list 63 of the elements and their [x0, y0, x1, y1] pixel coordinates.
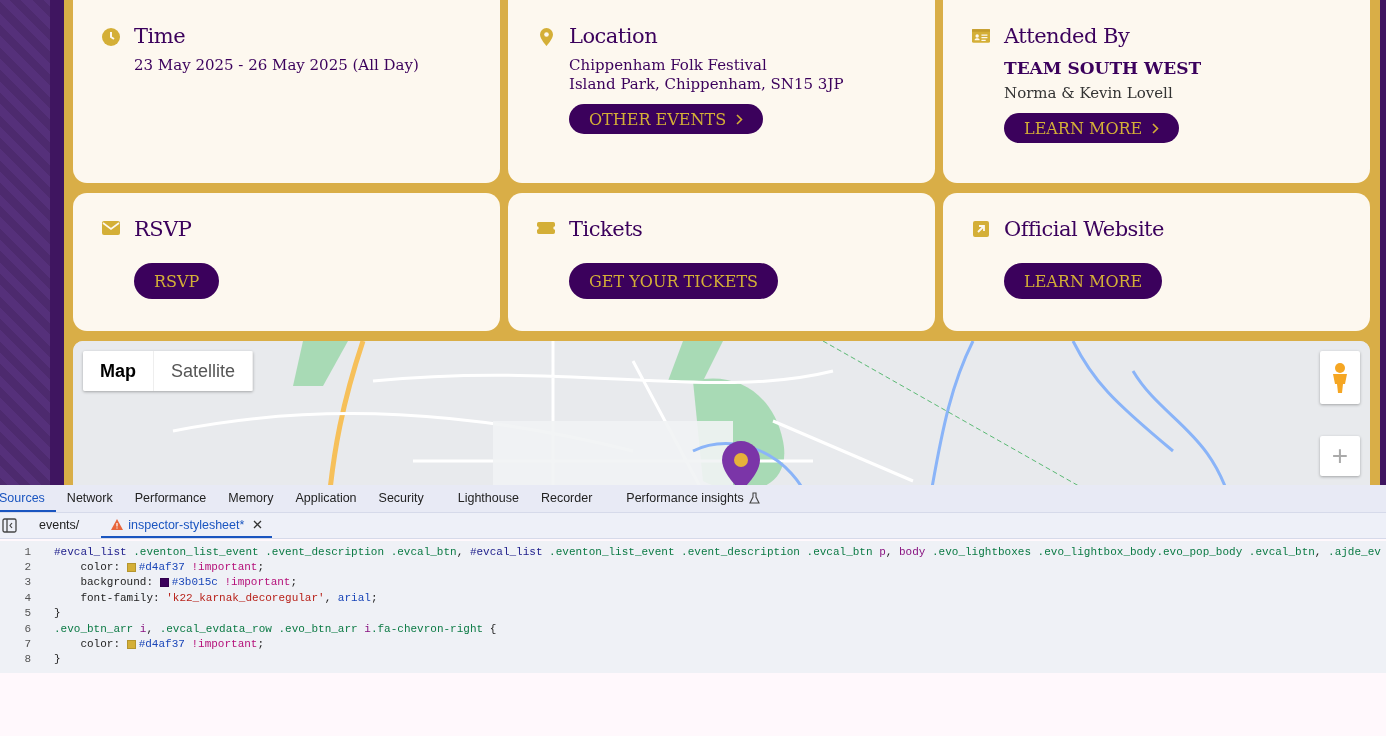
file-tab[interactable]: events/ [29, 513, 90, 538]
line-number: 7 [23, 638, 31, 651]
detail-text: Island Park, Chippenham, SN15 3JP [569, 75, 844, 94]
ticket-icon [537, 221, 555, 235]
id-card-icon [972, 28, 990, 44]
detail-text: Chippenham Folk Festival [569, 56, 767, 75]
code-text: background: [79, 576, 155, 589]
panel-tab[interactable]: Recorder [529, 485, 604, 512]
card-button[interactable]: LEARN MORE [1004, 113, 1180, 143]
panel-tab[interactable]: Network [55, 485, 124, 512]
panel-tab[interactable]: Performance insights [615, 485, 771, 512]
map-type-button[interactable]: Satellite [154, 351, 254, 391]
card-button[interactable]: RSVP [134, 263, 220, 299]
line-number: 2 [23, 561, 31, 574]
line-number: 4 [23, 591, 31, 604]
card-title: Tickets [569, 217, 643, 241]
line-number: 6 [23, 622, 31, 635]
color-swatch-icon[interactable] [159, 577, 169, 587]
code-text: font-family: 'k22_karnak_decoregular', arial; [79, 591, 378, 604]
line-number: 5 [23, 607, 31, 620]
chevron-right-icon [736, 113, 744, 125]
card-title: Location [569, 24, 658, 48]
code-text: } [54, 653, 61, 666]
close-icon[interactable] [253, 520, 263, 529]
code-text: #3b015c !important; [171, 576, 298, 589]
map-marker-icon [722, 441, 760, 485]
code-text: #d4af37 !important; [138, 561, 265, 574]
card-title: RSVP [134, 217, 192, 241]
color-swatch-icon[interactable] [126, 562, 136, 572]
code-text: } [54, 607, 61, 620]
line-number: 8 [23, 653, 31, 666]
contact-name: Norma & Kevin Lovell [1004, 84, 1173, 103]
map-pin-icon [539, 28, 553, 46]
panel-tab[interactable]: Performance [123, 485, 218, 512]
card-button[interactable]: LEARN MORE [1004, 263, 1163, 299]
card-button[interactable]: OTHER EVENTS [569, 104, 764, 134]
chevron-right-icon [1152, 122, 1160, 134]
card-title: Official Website [1004, 217, 1164, 241]
detail-text: 23 May 2025 - 26 May 2025 (All Day) [134, 56, 419, 75]
card-button[interactable]: GET YOUR TICKETS [569, 263, 778, 299]
external-link-icon [973, 221, 989, 237]
team-name: TEAM SOUTH WEST [1004, 57, 1202, 80]
code-text: #evcal_list .eventon_list_event .event_description .evcal_btn, #evcal_list .eventon_list_event .event_description .evcal_btn p, body .evo_lightboxes .evo_lightbox_body.evo_pop_body .evcal_btn, .ajde_ev [54, 545, 1381, 558]
line-number: 3 [23, 576, 31, 589]
code-text: color: [79, 638, 121, 651]
card-title: Time [134, 24, 186, 48]
warning-icon [111, 519, 124, 530]
clock-icon [102, 28, 120, 46]
sidebar-toggle-icon[interactable] [2, 518, 17, 533]
panel-tab[interactable]: Application [284, 485, 368, 512]
card-title: Attended By [1004, 24, 1130, 48]
panel-tab[interactable]: Lighthouse [446, 485, 530, 512]
map-type-button[interactable]: Map [83, 351, 154, 391]
color-swatch-icon[interactable] [126, 639, 136, 649]
envelope-icon [102, 221, 120, 235]
line-number: 1 [23, 545, 31, 558]
person-icon [1330, 361, 1350, 394]
panel-tab[interactable]: Security [367, 485, 435, 512]
file-tab[interactable]: inspector-stylesheet* [101, 513, 273, 538]
panel-tab[interactable]: Memory [217, 485, 285, 512]
code-text: #d4af37 !important; [138, 638, 265, 651]
code-text: .evo_btn_arr i, .evcal_evdata_row .evo_btn_arr i.fa-chevron-right { [54, 622, 497, 635]
code-text: color: [79, 561, 121, 574]
